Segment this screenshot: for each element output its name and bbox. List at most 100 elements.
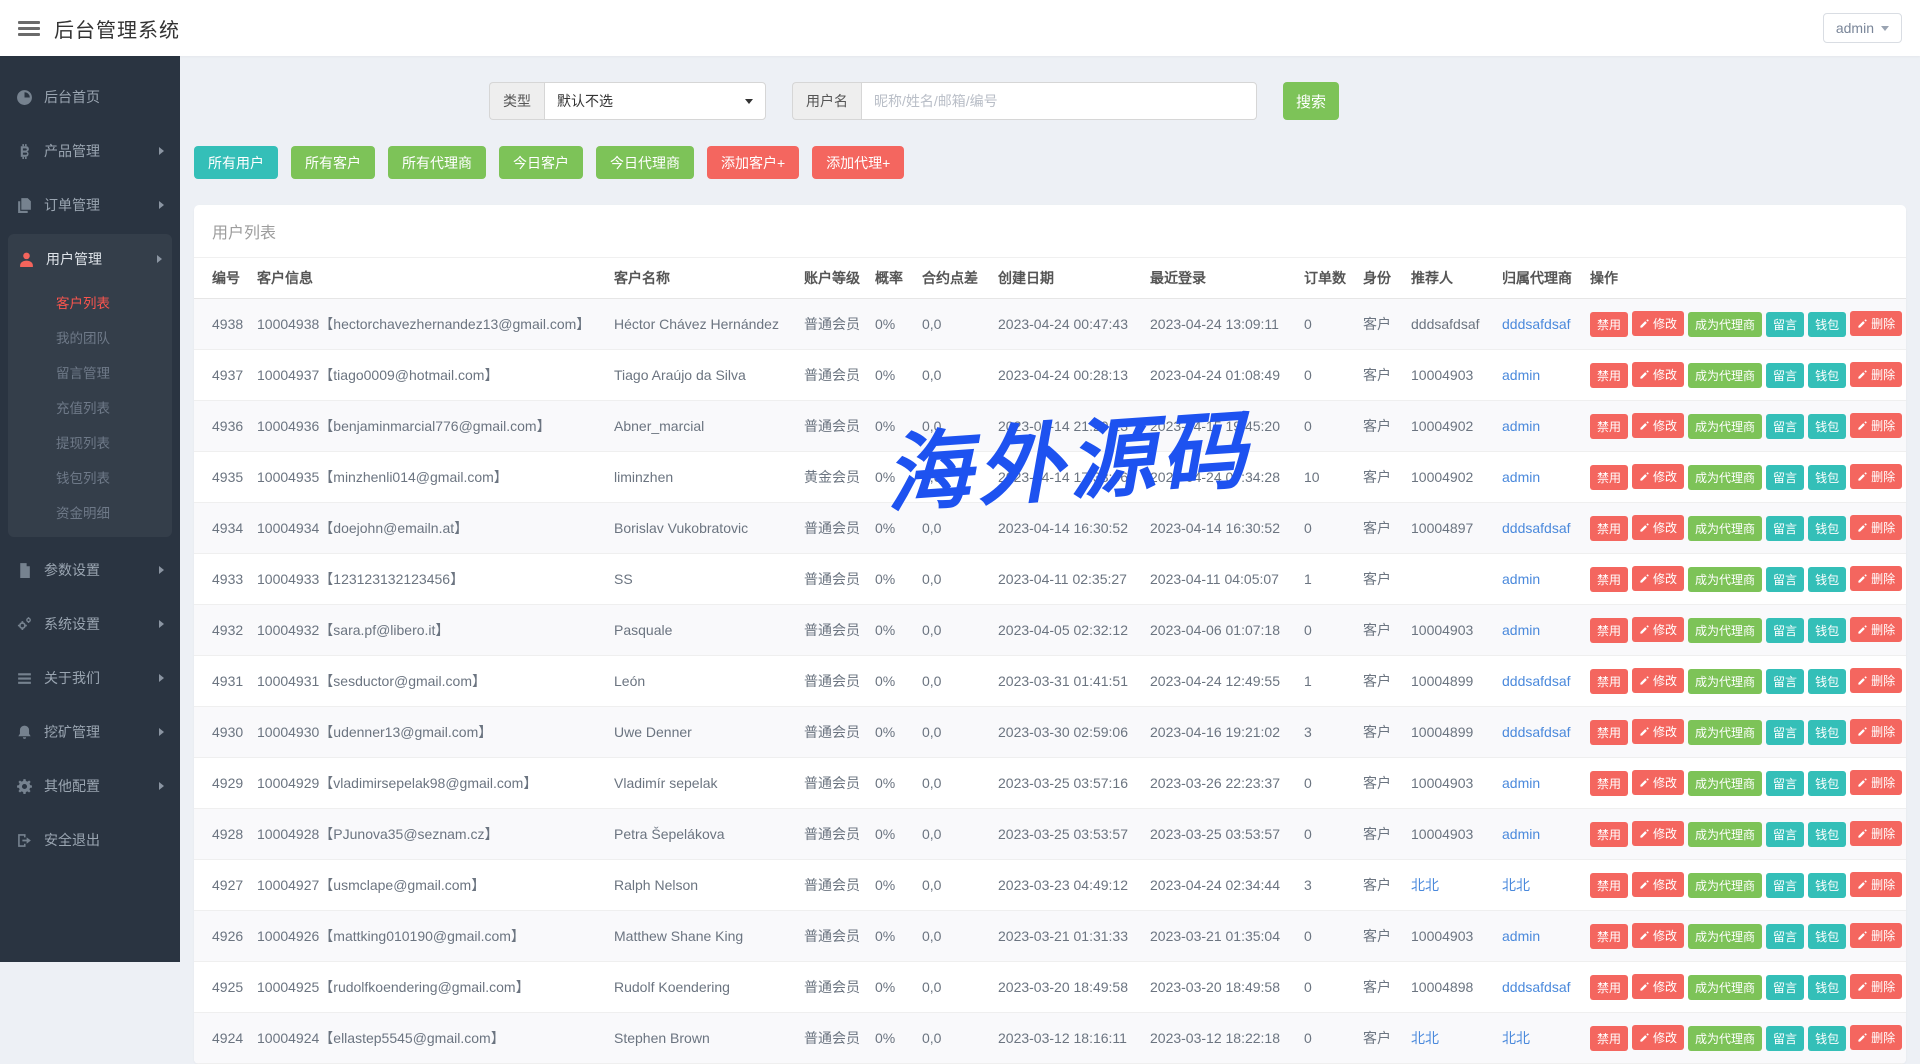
row-action-2[interactable]: 成为代理商	[1688, 312, 1762, 337]
row-action-5[interactable]: 删除	[1850, 719, 1902, 744]
row-action-0[interactable]: 禁用	[1590, 516, 1628, 541]
row-action-2[interactable]: 成为代理商	[1688, 465, 1762, 490]
row-action-2[interactable]: 成为代理商	[1688, 414, 1762, 439]
row-action-0[interactable]: 禁用	[1590, 465, 1628, 490]
row-action-1[interactable]: 修改	[1632, 464, 1684, 489]
row-action-5[interactable]: 删除	[1850, 770, 1902, 795]
row-action-2[interactable]: 成为代理商	[1688, 1026, 1762, 1051]
row-action-2[interactable]: 成为代理商	[1688, 618, 1762, 643]
row-action-0[interactable]: 禁用	[1590, 975, 1628, 1000]
row-action-3[interactable]: 留言	[1766, 771, 1804, 796]
row-action-1[interactable]: 修改	[1632, 923, 1684, 948]
cell-agent-link[interactable]: dddsafdsaf	[1494, 707, 1582, 758]
row-action-3[interactable]: 留言	[1766, 363, 1804, 388]
sidebar-item-7[interactable]: 挖矿管理	[0, 705, 180, 759]
row-action-4[interactable]: 钱包	[1808, 873, 1846, 898]
row-action-4[interactable]: 钱包	[1808, 567, 1846, 592]
cell-agent-link[interactable]: admin	[1494, 605, 1582, 656]
toolbar-button-5[interactable]: 添加客户+	[707, 146, 799, 179]
row-action-1[interactable]: 修改	[1632, 872, 1684, 897]
cell-agent-link[interactable]: admin	[1494, 350, 1582, 401]
row-action-3[interactable]: 留言	[1766, 873, 1804, 898]
row-action-5[interactable]: 删除	[1850, 923, 1902, 948]
row-action-2[interactable]: 成为代理商	[1688, 720, 1762, 745]
row-action-1[interactable]: 修改	[1632, 566, 1684, 591]
menu-toggle-icon[interactable]	[18, 18, 40, 39]
toolbar-button-3[interactable]: 今日客户	[499, 146, 583, 179]
row-action-1[interactable]: 修改	[1632, 311, 1684, 336]
row-action-3[interactable]: 留言	[1766, 720, 1804, 745]
row-action-2[interactable]: 成为代理商	[1688, 363, 1762, 388]
sidebar-subitem-5[interactable]: 钱包列表	[8, 459, 172, 494]
row-action-1[interactable]: 修改	[1632, 413, 1684, 438]
row-action-1[interactable]: 修改	[1632, 362, 1684, 387]
row-action-4[interactable]: 钱包	[1808, 822, 1846, 847]
row-action-1[interactable]: 修改	[1632, 515, 1684, 540]
cell-agent-link[interactable]: 北北	[1494, 860, 1582, 911]
sidebar-item-0[interactable]: 后台首页	[0, 70, 180, 124]
sidebar-item-9[interactable]: 安全退出	[0, 813, 180, 867]
row-action-3[interactable]: 留言	[1766, 618, 1804, 643]
row-action-5[interactable]: 删除	[1850, 515, 1902, 540]
cell-agent-link[interactable]: admin	[1494, 758, 1582, 809]
row-action-4[interactable]: 钱包	[1808, 516, 1846, 541]
cell-agent-link[interactable]: admin	[1494, 554, 1582, 605]
sidebar-subitem-3[interactable]: 充值列表	[8, 389, 172, 424]
row-action-0[interactable]: 禁用	[1590, 669, 1628, 694]
sidebar-item-4[interactable]: 参数设置	[0, 543, 180, 597]
row-action-4[interactable]: 钱包	[1808, 465, 1846, 490]
cell-agent-link[interactable]: dddsafdsaf	[1494, 503, 1582, 554]
sidebar-subitem-2[interactable]: 留言管理	[8, 354, 172, 389]
row-action-0[interactable]: 禁用	[1590, 924, 1628, 949]
sidebar-item-1[interactable]: 产品管理	[0, 124, 180, 178]
row-action-3[interactable]: 留言	[1766, 1026, 1804, 1051]
row-action-2[interactable]: 成为代理商	[1688, 567, 1762, 592]
cell-agent-link[interactable]: 北北	[1494, 1013, 1582, 1064]
row-action-2[interactable]: 成为代理商	[1688, 516, 1762, 541]
row-action-3[interactable]: 留言	[1766, 312, 1804, 337]
row-action-1[interactable]: 修改	[1632, 719, 1684, 744]
toolbar-button-2[interactable]: 所有代理商	[388, 146, 486, 179]
row-action-4[interactable]: 钱包	[1808, 771, 1846, 796]
toolbar-button-4[interactable]: 今日代理商	[596, 146, 694, 179]
row-action-4[interactable]: 钱包	[1808, 669, 1846, 694]
row-action-3[interactable]: 留言	[1766, 516, 1804, 541]
row-action-0[interactable]: 禁用	[1590, 822, 1628, 847]
sidebar-item-3[interactable]: 用户管理	[8, 234, 172, 284]
row-action-0[interactable]: 禁用	[1590, 414, 1628, 439]
cell-agent-link[interactable]: admin	[1494, 911, 1582, 962]
row-action-5[interactable]: 删除	[1850, 617, 1902, 642]
sidebar-item-6[interactable]: 关于我们	[0, 651, 180, 705]
row-action-5[interactable]: 删除	[1850, 311, 1902, 336]
row-action-3[interactable]: 留言	[1766, 567, 1804, 592]
row-action-5[interactable]: 删除	[1850, 821, 1902, 846]
type-filter-select[interactable]: 默认不选	[544, 82, 766, 120]
toolbar-button-1[interactable]: 所有客户	[291, 146, 375, 179]
row-action-2[interactable]: 成为代理商	[1688, 975, 1762, 1000]
row-action-4[interactable]: 钱包	[1808, 618, 1846, 643]
row-action-0[interactable]: 禁用	[1590, 1026, 1628, 1051]
sidebar-subitem-0[interactable]: 客户列表	[8, 284, 172, 319]
row-action-4[interactable]: 钱包	[1808, 720, 1846, 745]
sidebar-subitem-6[interactable]: 资金明细	[8, 494, 172, 529]
row-action-4[interactable]: 钱包	[1808, 363, 1846, 388]
username-input[interactable]	[861, 82, 1257, 120]
sidebar-item-5[interactable]: 系统设置	[0, 597, 180, 651]
sidebar-subitem-4[interactable]: 提现列表	[8, 424, 172, 459]
row-action-3[interactable]: 留言	[1766, 975, 1804, 1000]
row-action-0[interactable]: 禁用	[1590, 567, 1628, 592]
cell-agent-link[interactable]: admin	[1494, 401, 1582, 452]
sidebar-item-2[interactable]: 订单管理	[0, 178, 180, 232]
row-action-1[interactable]: 修改	[1632, 617, 1684, 642]
row-action-4[interactable]: 钱包	[1808, 414, 1846, 439]
row-action-5[interactable]: 删除	[1850, 413, 1902, 438]
row-action-0[interactable]: 禁用	[1590, 312, 1628, 337]
search-button[interactable]: 搜索	[1283, 82, 1339, 120]
row-action-2[interactable]: 成为代理商	[1688, 873, 1762, 898]
row-action-1[interactable]: 修改	[1632, 1025, 1684, 1050]
toolbar-button-0[interactable]: 所有用户	[194, 146, 278, 179]
row-action-5[interactable]: 删除	[1850, 974, 1902, 999]
row-action-3[interactable]: 留言	[1766, 414, 1804, 439]
sidebar-item-8[interactable]: 其他配置	[0, 759, 180, 813]
row-action-5[interactable]: 删除	[1850, 872, 1902, 897]
